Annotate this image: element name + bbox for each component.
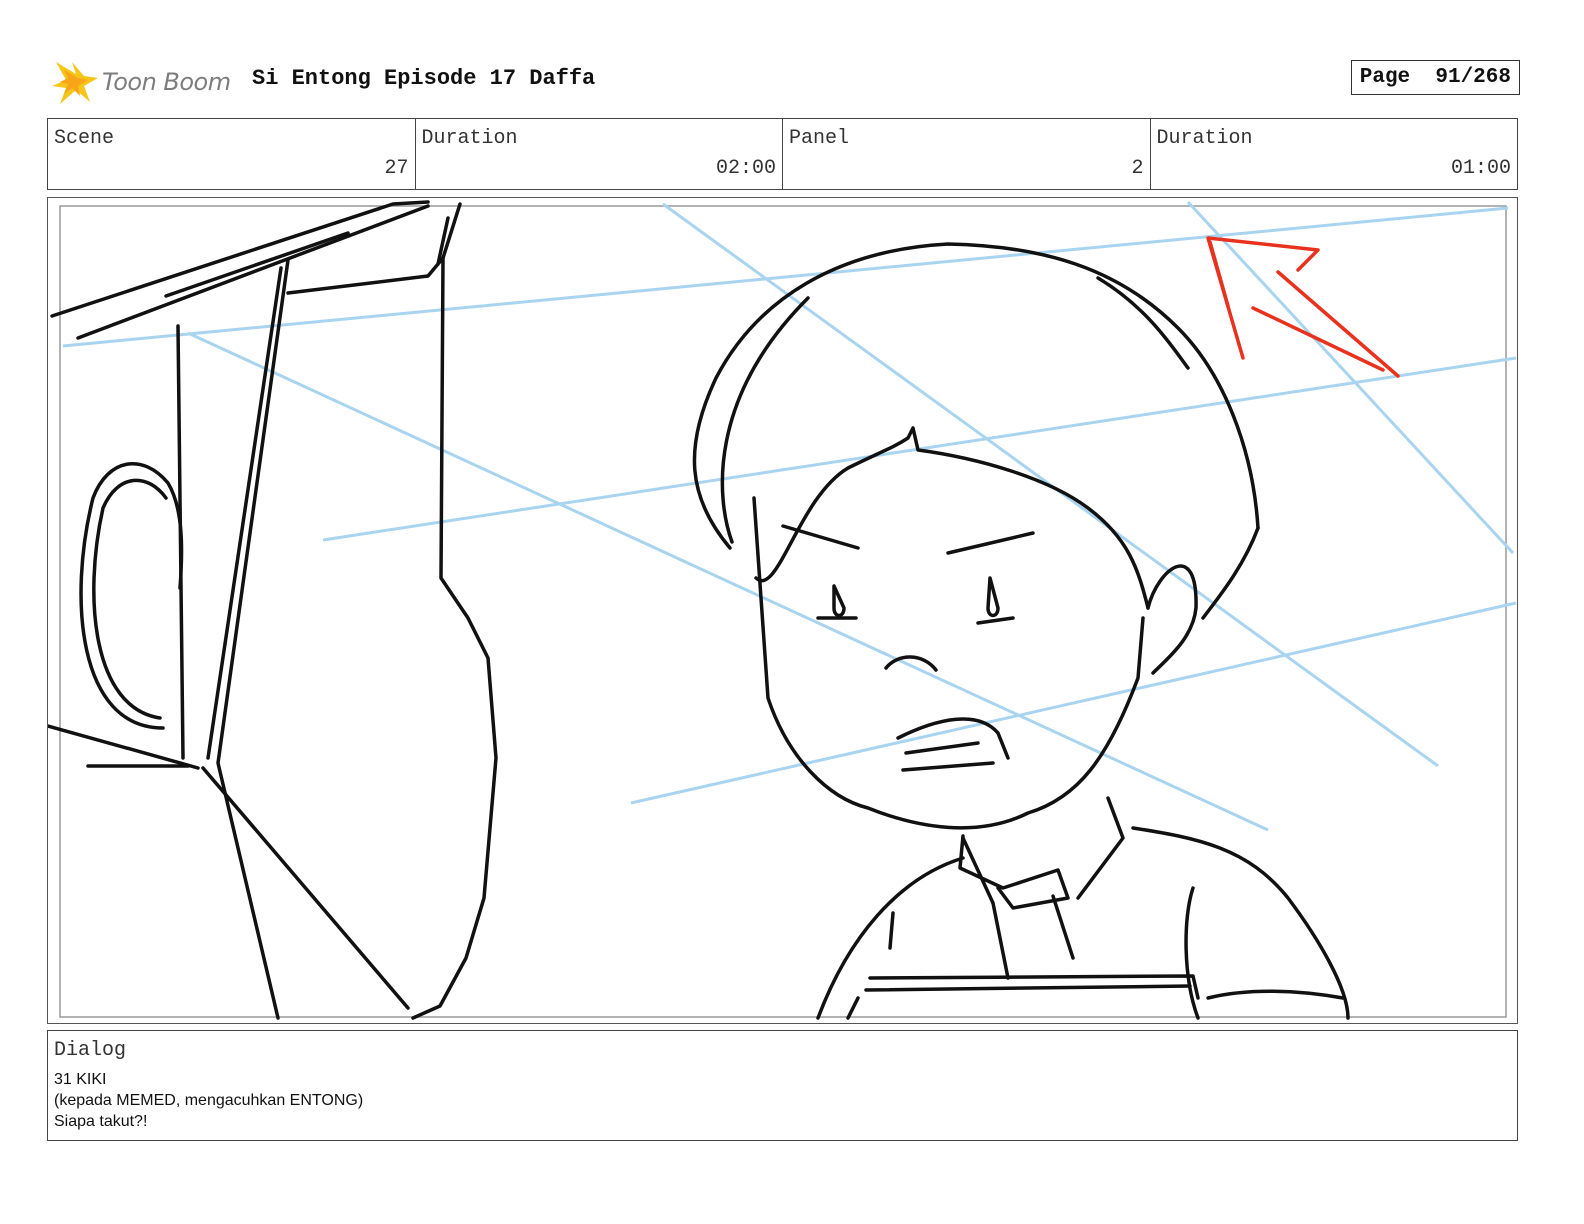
- page-number-box: Page 91/268: [1350, 60, 1520, 95]
- dialog-box: Dialog 31 KIKI (kepada MEMED, mengacuhka…: [47, 1030, 1518, 1141]
- ink-sketch: [48, 200, 1350, 1020]
- brand-name: Toon Boom: [102, 68, 231, 96]
- scene-info-table: Scene 27 Duration 02:00 Panel 2 Duration…: [47, 118, 1518, 190]
- scene-duration-cell: Duration 02:00: [416, 119, 783, 189]
- scene-duration-value: 02:00: [715, 157, 776, 180]
- star-burst-icon: [52, 62, 98, 104]
- red-arrow-up-left-icon: [1206, 236, 1400, 378]
- scene-label: Scene: [54, 127, 115, 150]
- dialog-label: Dialog: [54, 1039, 127, 1062]
- storyboard-panel: [47, 197, 1518, 1024]
- scene-cell: Scene 27: [48, 119, 416, 189]
- panel-sketch: [48, 200, 1517, 1020]
- scene-value: 27: [384, 157, 409, 180]
- panel-duration-label: Duration: [1156, 127, 1253, 150]
- page-value: 91/268: [1435, 66, 1511, 89]
- page-header: Toon Boom Si Entong Episode 17 Daffa Pag…: [50, 52, 1520, 108]
- toon-boom-logo: Toon Boom: [50, 56, 240, 108]
- document-title: Si Entong Episode 17 Daffa: [252, 66, 596, 91]
- panel-duration-cell: Duration 01:00: [1151, 119, 1518, 189]
- dialog-line: Siapa takut?!: [54, 1113, 148, 1130]
- dialog-line: (kepada MEMED, mengacuhkan ENTONG): [54, 1092, 364, 1109]
- panel-value: 2: [1131, 157, 1144, 180]
- scene-duration-label: Duration: [421, 127, 518, 150]
- panel-label: Panel: [789, 127, 850, 150]
- page-label: Page: [1359, 66, 1411, 89]
- panel-cell: Panel 2: [783, 119, 1151, 189]
- panel-duration-value: 01:00: [1450, 157, 1511, 180]
- dialog-line: 31 KIKI: [54, 1071, 107, 1088]
